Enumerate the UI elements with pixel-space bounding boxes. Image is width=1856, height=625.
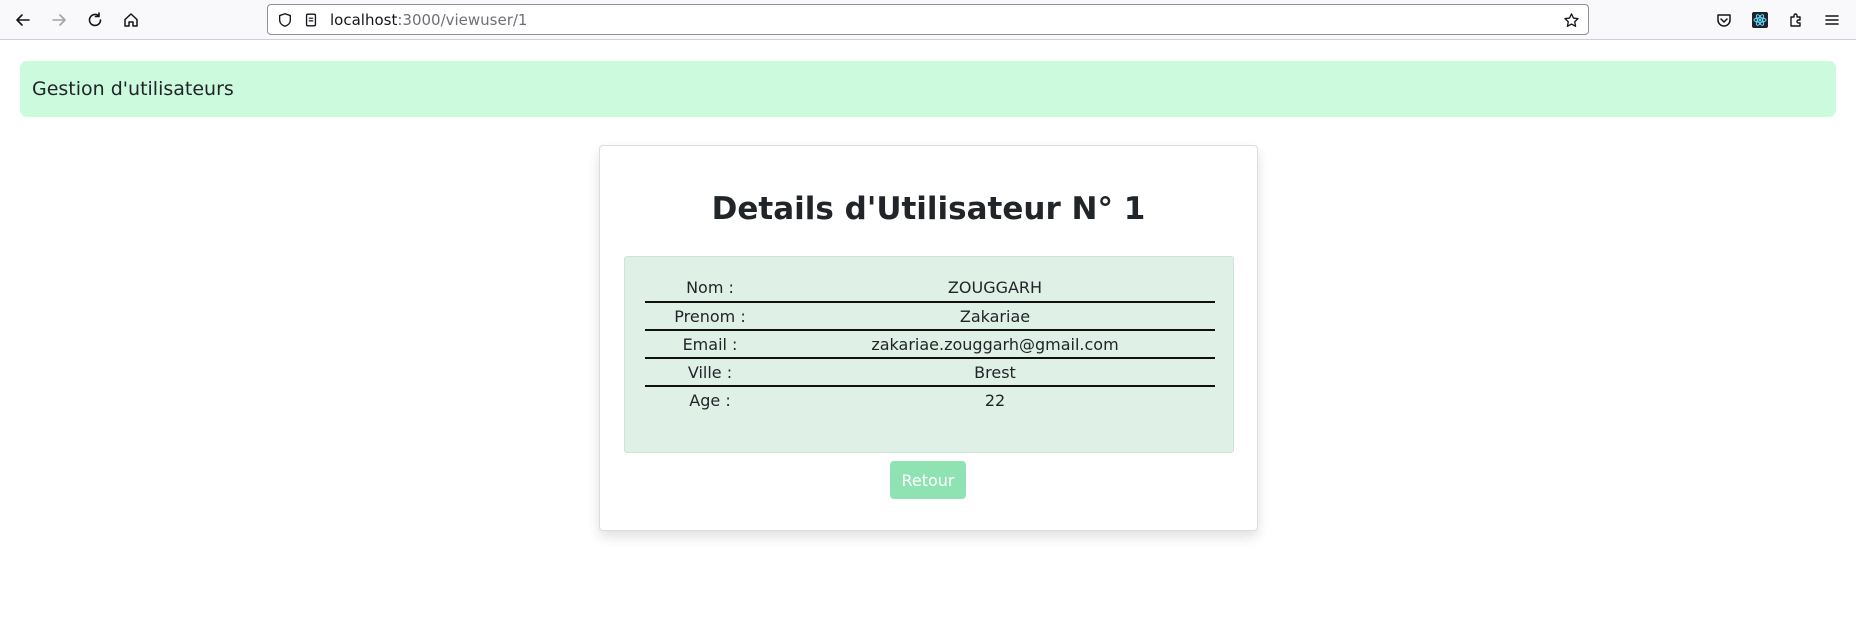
table-row: Prenom : Zakariae: [645, 302, 1215, 331]
shield-icon[interactable]: [276, 11, 294, 29]
forward-arrow-icon[interactable]: [46, 7, 72, 33]
retour-button[interactable]: Retour: [890, 461, 966, 499]
user-details-card: Details d'Utilisateur N° 1 Nom : ZOUGGAR…: [599, 145, 1258, 531]
pocket-icon[interactable]: [1711, 7, 1737, 33]
row-value-nom: ZOUGGARH: [775, 274, 1215, 303]
back-arrow-icon[interactable]: [10, 7, 36, 33]
react-devtools-icon[interactable]: [1747, 7, 1773, 33]
table-row: Ville : Brest: [645, 358, 1215, 387]
home-icon[interactable]: [118, 7, 144, 33]
row-value-prenom: Zakariae: [775, 302, 1215, 331]
menu-icon[interactable]: [1819, 7, 1845, 33]
row-label-email: Email :: [645, 330, 775, 359]
table-row: Age : 22: [645, 386, 1215, 414]
details-table: Nom : ZOUGGARH Prenom : Zakariae Email :…: [645, 274, 1215, 414]
url-host: localhost: [330, 11, 398, 29]
row-label-age: Age :: [689, 391, 731, 410]
table-row: Email : zakariae.zouggarh@gmail.com: [645, 330, 1215, 359]
row-value-age: 22: [984, 391, 1006, 410]
table-row: Nom : ZOUGGARH: [645, 274, 1215, 303]
reload-icon[interactable]: [82, 7, 108, 33]
browser-toolbar: localhost:3000/viewuser/1: [0, 0, 1856, 40]
navbar-brand[interactable]: Gestion d'utilisateurs: [32, 78, 234, 100]
page-content: Gestion d'utilisateurs Details d'Utilisa…: [0, 41, 1856, 625]
row-label-ville: Ville :: [645, 358, 775, 387]
row-value-ville: Brest: [775, 358, 1215, 387]
bookmark-star-icon[interactable]: [1562, 11, 1580, 29]
url-bar[interactable]: localhost:3000/viewuser/1: [267, 4, 1589, 35]
page-title: Details d'Utilisateur N° 1: [711, 191, 1146, 227]
url-text[interactable]: localhost:3000/viewuser/1: [330, 11, 527, 29]
navbar: Gestion d'utilisateurs: [20, 61, 1836, 117]
row-label-prenom: Prenom :: [645, 302, 775, 331]
page-icon[interactable]: [302, 11, 320, 29]
details-box: Nom : ZOUGGARH Prenom : Zakariae Email :…: [624, 256, 1234, 453]
row-value-email: zakariae.zouggarh@gmail.com: [775, 330, 1215, 359]
row-label-nom: Nom :: [645, 274, 775, 303]
extensions-icon[interactable]: [1783, 7, 1809, 33]
url-path: :3000/viewuser/1: [397, 11, 528, 29]
